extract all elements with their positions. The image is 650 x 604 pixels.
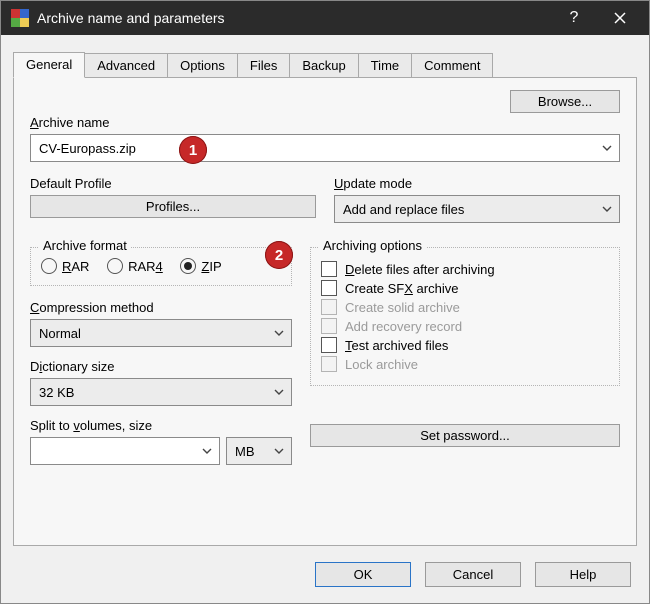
profiles-button[interactable]: Profiles... bbox=[30, 195, 316, 218]
compression-select[interactable]: Normal bbox=[30, 319, 292, 347]
app-icon bbox=[11, 9, 29, 27]
help-title-button[interactable]: ? bbox=[551, 1, 597, 35]
archive-name-label: Archive name bbox=[30, 115, 620, 130]
tab-options[interactable]: Options bbox=[167, 53, 238, 77]
tabsheet: General Advanced Options Files Backup Ti… bbox=[13, 49, 637, 546]
update-mode-label: Update mode bbox=[334, 176, 620, 191]
set-password-button[interactable]: Set password... bbox=[310, 424, 620, 447]
format-rar4-radio[interactable]: RAR4 bbox=[107, 258, 163, 274]
close-icon bbox=[613, 11, 627, 25]
format-rar-radio[interactable]: RAR bbox=[41, 258, 89, 274]
window-title: Archive name and parameters bbox=[37, 10, 551, 26]
chevron-down-icon bbox=[273, 386, 285, 398]
dictionary-value: 32 KB bbox=[39, 385, 74, 400]
split-label: Split to volumes, size bbox=[30, 418, 292, 433]
split-unit-value: MB bbox=[235, 444, 255, 459]
archive-name-value: CV-Europass.zip bbox=[39, 141, 136, 156]
dictionary-select[interactable]: 32 KB bbox=[30, 378, 292, 406]
ok-button[interactable]: OK bbox=[315, 562, 411, 587]
general-sheet: Browse... Archive name CV-Europass.zip 1… bbox=[13, 77, 637, 546]
archive-format-legend: Archive format bbox=[39, 238, 131, 253]
opt-sfx-checkbox[interactable]: Create SFX archive bbox=[321, 280, 609, 296]
close-title-button[interactable] bbox=[597, 1, 643, 35]
help-button[interactable]: Help bbox=[535, 562, 631, 587]
archive-name-input[interactable]: CV-Europass.zip 1 bbox=[30, 134, 620, 162]
tab-row: General Advanced Options Files Backup Ti… bbox=[13, 49, 637, 77]
chevron-down-icon bbox=[601, 142, 613, 154]
update-mode-select[interactable]: Add and replace files bbox=[334, 195, 620, 223]
default-profile-label: Default Profile bbox=[30, 176, 316, 191]
tab-time[interactable]: Time bbox=[358, 53, 412, 77]
tab-comment[interactable]: Comment bbox=[411, 53, 493, 77]
dialog-window: Archive name and parameters ? General Ad… bbox=[0, 0, 650, 604]
cancel-button[interactable]: Cancel bbox=[425, 562, 521, 587]
archive-format-group: Archive format RAR RAR4 ZIP bbox=[30, 247, 292, 286]
chevron-down-icon bbox=[273, 327, 285, 339]
opt-test-checkbox[interactable]: Test archived files bbox=[321, 337, 609, 353]
update-mode-value: Add and replace files bbox=[343, 202, 464, 217]
compression-value: Normal bbox=[39, 326, 81, 341]
chevron-down-icon bbox=[201, 445, 213, 457]
tab-advanced[interactable]: Advanced bbox=[84, 53, 168, 77]
split-size-input[interactable] bbox=[30, 437, 220, 465]
titlebar: Archive name and parameters ? bbox=[1, 1, 649, 35]
chevron-down-icon bbox=[601, 203, 613, 215]
tab-general[interactable]: General bbox=[13, 52, 85, 78]
opt-solid-checkbox: Create solid archive bbox=[321, 299, 609, 315]
split-unit-select[interactable]: MB bbox=[226, 437, 292, 465]
annotation-marker-2: 2 bbox=[265, 241, 293, 269]
annotation-marker-1: 1 bbox=[179, 136, 207, 164]
archiving-options-group: Archiving options Delete files after arc… bbox=[310, 247, 620, 386]
dictionary-label: Dictionary size bbox=[30, 359, 292, 374]
dialog-footer: OK Cancel Help bbox=[1, 552, 649, 603]
opt-recovery-checkbox: Add recovery record bbox=[321, 318, 609, 334]
tab-backup[interactable]: Backup bbox=[289, 53, 358, 77]
archiving-options-legend: Archiving options bbox=[319, 238, 426, 253]
compression-label: Compression method bbox=[30, 300, 292, 315]
opt-lock-checkbox: Lock archive bbox=[321, 356, 609, 372]
opt-delete-checkbox[interactable]: Delete files after archiving bbox=[321, 261, 609, 277]
tab-files[interactable]: Files bbox=[237, 53, 290, 77]
format-zip-radio[interactable]: ZIP bbox=[180, 258, 221, 274]
browse-button[interactable]: Browse... bbox=[510, 90, 620, 113]
chevron-down-icon bbox=[273, 445, 285, 457]
